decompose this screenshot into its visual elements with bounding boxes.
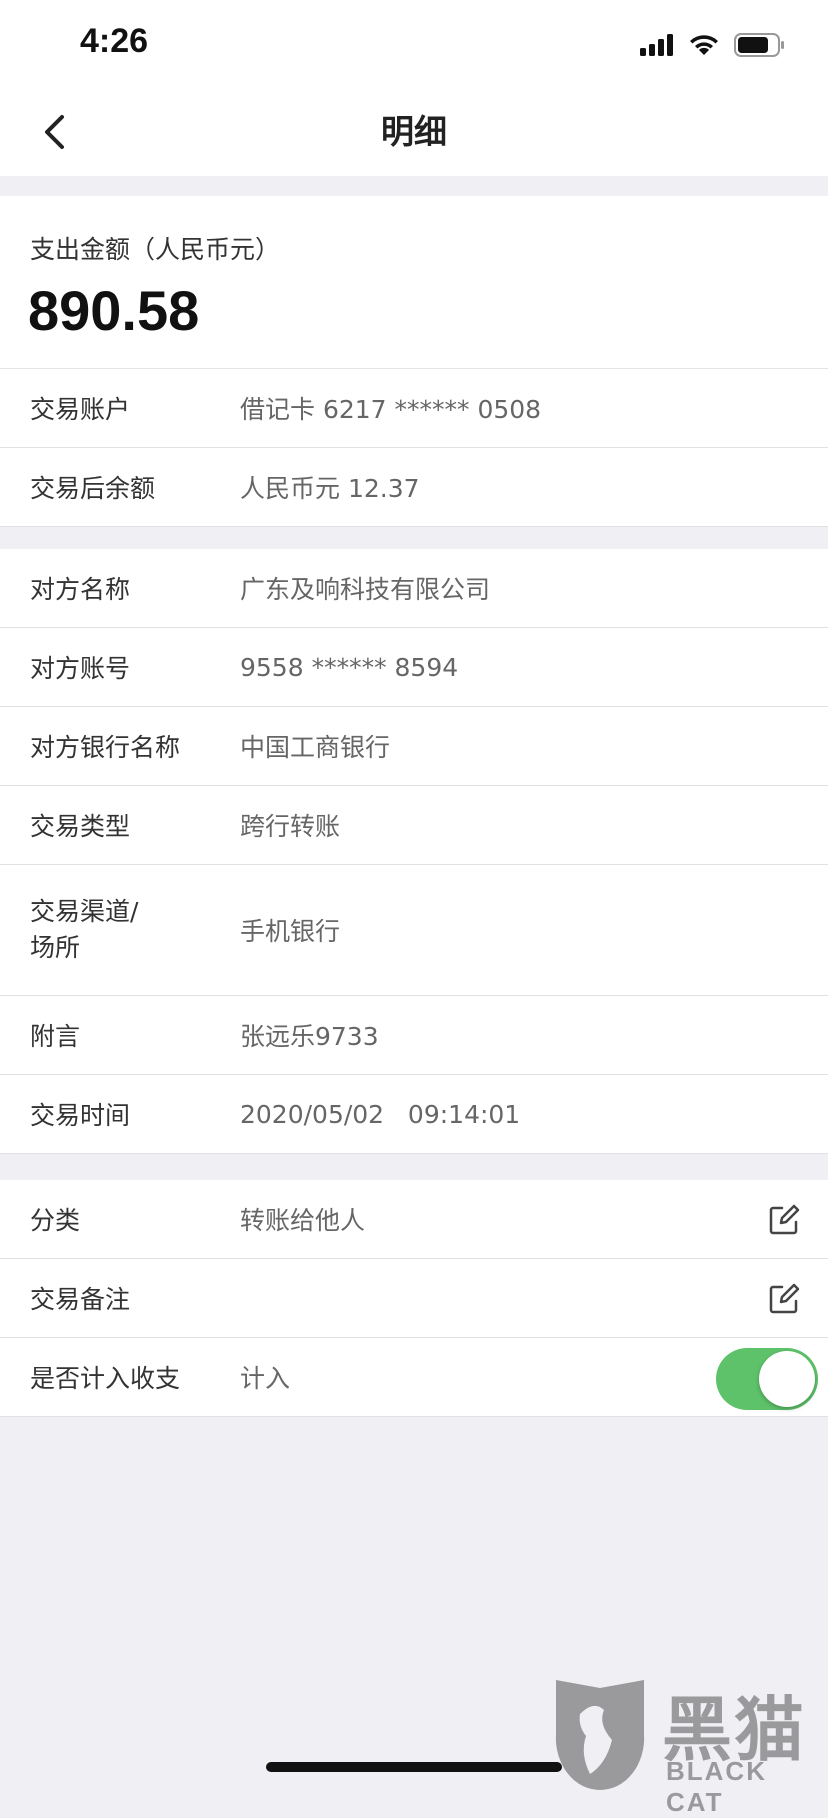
row-transaction-type: 交易类型 跨行转账 — [0, 786, 828, 865]
toggle-knob — [759, 1351, 815, 1407]
row-value: 张远乐9733 — [240, 1022, 379, 1051]
row-label: 交易账户 — [30, 395, 131, 424]
nav-bar: 明细 — [0, 88, 828, 176]
row-category[interactable]: 分类 转账给他人 — [0, 1180, 828, 1259]
row-label: 附言 — [30, 1022, 81, 1051]
account-section: 交易账户 借记卡 6217 ****** 0508 交易后余额 人民币元 12.… — [0, 369, 828, 527]
row-value: 2020/05/02 09:14:01 — [240, 1099, 521, 1129]
row-label: 交易渠道/ 场所 — [30, 897, 139, 962]
amount-value: 890.58 — [28, 279, 200, 342]
amount-card: 支出金额（人民币元） 890.58 — [0, 196, 828, 369]
row-value: 人民币元 12.37 — [240, 474, 420, 503]
include-toggle[interactable] — [716, 1348, 818, 1410]
row-account: 交易账户 借记卡 6217 ****** 0508 — [0, 369, 828, 448]
page-title: 明细 — [381, 112, 447, 151]
row-label: 分类 — [30, 1206, 81, 1235]
watermark-subtext: BLACK CAT — [666, 1756, 767, 1817]
row-label: 是否计入收支 — [30, 1364, 181, 1393]
row-label: 交易备注 — [30, 1285, 131, 1314]
home-indicator[interactable] — [266, 1762, 562, 1772]
row-value: 广东及响科技有限公司 — [240, 575, 491, 604]
counterparty-section: 对方名称 广东及响科技有限公司 对方账号 9558 ****** 8594 对方… — [0, 549, 828, 1154]
row-value: 手机银行 — [240, 917, 341, 946]
row-counterparty-bank: 对方银行名称 中国工商银行 — [0, 707, 828, 786]
edit-icon[interactable] — [768, 1283, 800, 1315]
row-label: 对方账号 — [30, 654, 131, 683]
edit-icon[interactable] — [768, 1204, 800, 1236]
row-value: 9558 ****** 8594 — [240, 652, 459, 682]
row-value: 借记卡 6217 ****** 0508 — [240, 395, 542, 424]
status-icons — [640, 30, 786, 60]
back-button[interactable] — [28, 106, 80, 158]
wifi-icon — [690, 35, 718, 55]
row-channel: 交易渠道/ 场所 手机银行 — [0, 865, 828, 996]
row-include-in-stats: 是否计入收支 计入 — [0, 1338, 828, 1417]
battery-icon — [734, 33, 784, 57]
watermark: 黑猫 BLACK CAT — [550, 1674, 822, 1817]
row-label: 交易时间 — [30, 1101, 131, 1130]
row-value: 中国工商银行 — [240, 733, 391, 762]
row-value: 计入 — [240, 1364, 291, 1393]
status-bar: 4:26 — [0, 0, 828, 88]
row-remark: 附言 张远乐9733 — [0, 996, 828, 1075]
category-section: 分类 转账给他人 交易备注 是否计入收支 计入 — [0, 1180, 828, 1417]
row-value: 转账给他人 — [240, 1206, 366, 1235]
row-transaction-time: 交易时间 2020/05/02 09:14:01 — [0, 1075, 828, 1154]
row-counterparty-name: 对方名称 广东及响科技有限公司 — [0, 549, 828, 628]
row-transaction-note[interactable]: 交易备注 — [0, 1259, 828, 1338]
cat-logo-icon — [555, 1680, 645, 1791]
chevron-left-icon — [45, 115, 64, 149]
row-label: 交易后余额 — [30, 474, 156, 503]
row-value: 跨行转账 — [240, 812, 341, 841]
row-label: 交易类型 — [30, 812, 131, 841]
row-label: 对方名称 — [30, 575, 131, 604]
status-time: 4:26 — [80, 22, 149, 60]
row-balance: 交易后余额 人民币元 12.37 — [0, 448, 828, 527]
signal-icon — [640, 34, 673, 56]
row-label: 对方银行名称 — [30, 733, 181, 762]
amount-label: 支出金额（人民币元） — [30, 235, 281, 264]
row-counterparty-account: 对方账号 9558 ****** 8594 — [0, 628, 828, 707]
